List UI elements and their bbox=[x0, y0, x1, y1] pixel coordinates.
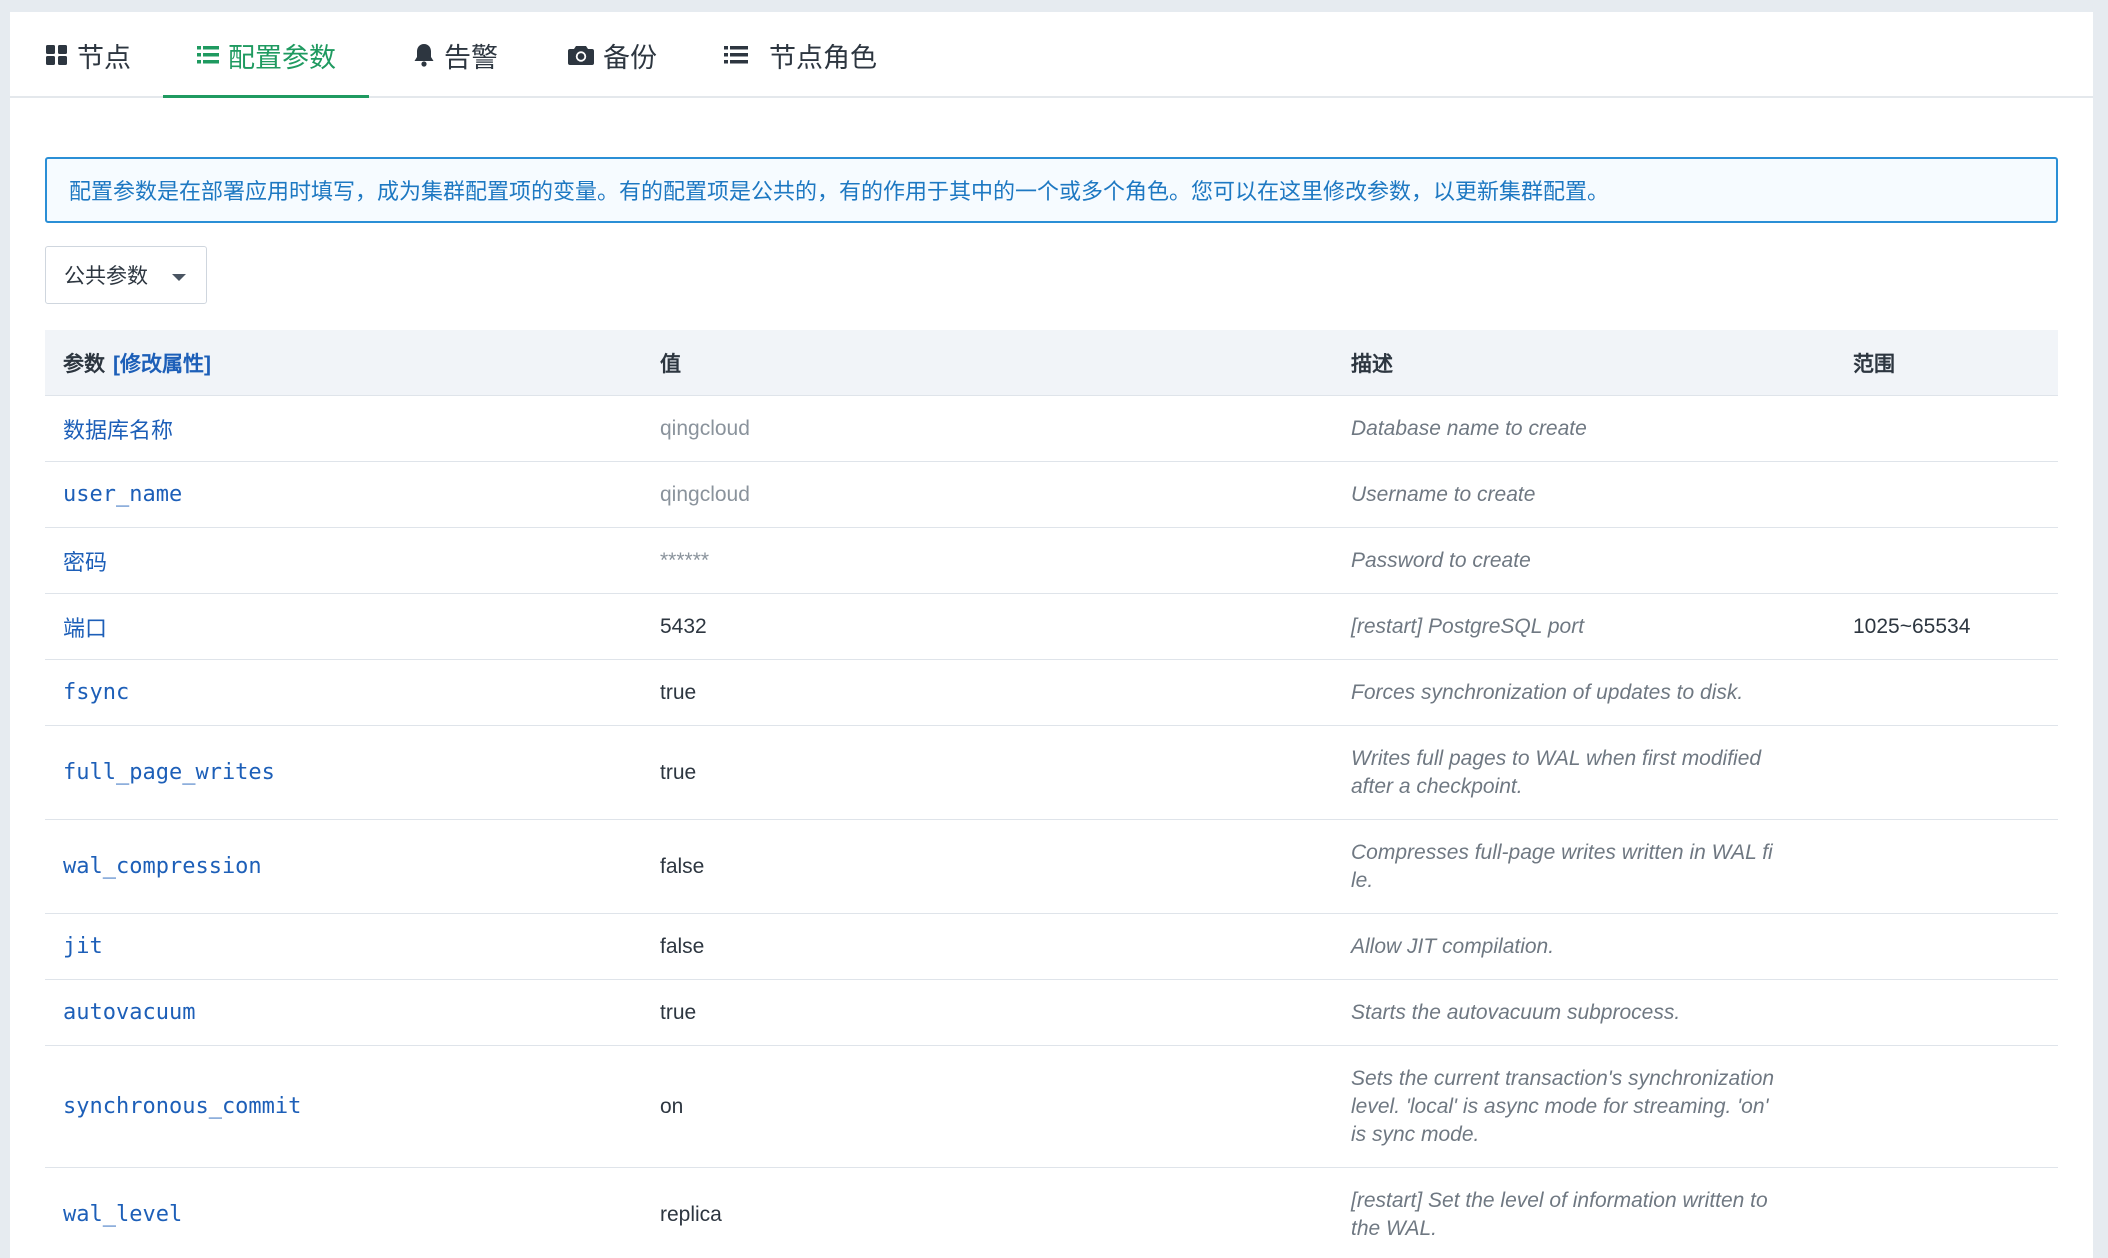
param-value: true bbox=[660, 680, 697, 704]
param-description: Allow JIT compilation. bbox=[1351, 934, 1555, 958]
param-name-link[interactable]: wal_compression bbox=[63, 820, 643, 913]
camera-icon bbox=[567, 43, 595, 67]
param-range bbox=[1853, 980, 2053, 1045]
param-name-link[interactable]: autovacuum bbox=[63, 980, 643, 1045]
table-row: 数据库名称 qingcloud Database name to create bbox=[45, 396, 2058, 462]
param-range bbox=[1853, 1168, 2053, 1258]
param-scope-selected: 公共参数 bbox=[64, 265, 148, 288]
table-row: 端口 5432 [restart] PostgreSQL port 1025~6553… bbox=[45, 594, 2058, 660]
tab-label: 备份 bbox=[603, 42, 657, 73]
param-range bbox=[1853, 396, 2053, 461]
param-value: true bbox=[660, 760, 697, 784]
param-value: qingcloud bbox=[660, 416, 750, 440]
param-description: Forces synchronization of updates to dis… bbox=[1351, 680, 1744, 704]
tab-backups[interactable]: 备份 bbox=[567, 12, 657, 98]
header-range: 范围 bbox=[1853, 352, 1895, 376]
param-value: true bbox=[660, 1000, 697, 1024]
param-description: Password to create bbox=[1351, 548, 1531, 572]
param-scope-select[interactable]: 公共参数 bbox=[45, 246, 207, 304]
config-table: 参数 [修改属性] 值 描述 范围 数据库名称 qingcloud Database… bbox=[45, 330, 2058, 1258]
list-icon bbox=[723, 43, 749, 67]
param-name-link[interactable]: fsync bbox=[63, 660, 643, 725]
tab-label: 配置参数 bbox=[228, 42, 336, 73]
param-range bbox=[1853, 726, 2053, 819]
table-row: wal_level replica [restart] Set the level … bbox=[45, 1168, 2058, 1258]
param-range bbox=[1853, 660, 2053, 725]
param-description: Username to create bbox=[1351, 482, 1536, 506]
list-icon bbox=[196, 43, 220, 67]
header-param: 参数 [修改属性] bbox=[63, 330, 643, 395]
param-description: Compresses full-page writes written in W… bbox=[1351, 840, 1773, 892]
header-desc: 描述 bbox=[1351, 352, 1393, 376]
notice-text: 配置参数是在部署应用时填写，成为集群配置项的变量。有的配置项是公共的，有的作用于… bbox=[69, 179, 1610, 204]
table-body: 数据库名称 qingcloud Database name to create use… bbox=[45, 396, 2058, 1258]
param-name-link[interactable]: 端口 bbox=[63, 594, 643, 659]
tab-bar: 节点 配置参数 告警 备份 节点角色 bbox=[10, 12, 2093, 98]
tab-nodes[interactable]: 节点 bbox=[45, 12, 131, 98]
param-value: replica bbox=[660, 1202, 722, 1226]
tab-label: 告警 bbox=[444, 42, 498, 73]
edit-attributes-link[interactable]: [修改属性] bbox=[113, 348, 211, 378]
param-value: false bbox=[660, 854, 705, 878]
chevron-down-icon bbox=[172, 274, 186, 281]
param-name-link[interactable]: 密码 bbox=[63, 528, 643, 593]
table-row: user_name qingcloud Username to create bbox=[45, 462, 2058, 528]
param-description: Sets the current transaction's synchroni… bbox=[1351, 1066, 1775, 1146]
table-row: fsync true Forces synchronization of updat… bbox=[45, 660, 2058, 726]
param-range bbox=[1853, 1046, 2053, 1167]
tab-alerts[interactable]: 告警 bbox=[412, 12, 498, 98]
param-range: 1025~65534 bbox=[1853, 614, 1971, 638]
param-description: [restart] PostgreSQL port bbox=[1351, 614, 1585, 638]
header-param-label: 参数 bbox=[63, 352, 105, 376]
tab-node-roles[interactable]: 节点角色 bbox=[723, 12, 877, 98]
active-tab-indicator bbox=[163, 95, 369, 98]
bell-icon bbox=[412, 42, 436, 68]
param-description: [restart] Set the level of information w… bbox=[1351, 1188, 1768, 1240]
param-name-link[interactable]: 数据库名称 bbox=[63, 396, 643, 461]
param-name-link[interactable]: full_page_writes bbox=[63, 726, 643, 819]
table-row: jit false Allow JIT compilation. bbox=[45, 914, 2058, 980]
table-row: synchronous_commit on Sets the current tra… bbox=[45, 1046, 2058, 1168]
param-name-link[interactable]: jit bbox=[63, 914, 643, 979]
header-value: 值 bbox=[660, 352, 681, 376]
param-name-link[interactable]: synchronous_commit bbox=[63, 1046, 643, 1167]
param-description: Writes full pages to WAL when first modi… bbox=[1351, 746, 1762, 798]
table-header: 参数 [修改属性] 值 描述 范围 bbox=[45, 330, 2058, 396]
main-panel: 节点 配置参数 告警 备份 节点角色 配置参数是在部署应用时填写，成为集群配置项… bbox=[10, 12, 2093, 1258]
param-value: on bbox=[660, 1094, 684, 1118]
info-notice: 配置参数是在部署应用时填写，成为集群配置项的变量。有的配置项是公共的，有的作用于… bbox=[45, 157, 2058, 223]
tab-config-params[interactable]: 配置参数 bbox=[196, 12, 336, 98]
table-row: autovacuum true Starts the autovacuum subp… bbox=[45, 980, 2058, 1046]
tab-label: 节点 bbox=[77, 42, 131, 73]
table-row: wal_compression false Compresses full-page… bbox=[45, 820, 2058, 914]
param-value: false bbox=[660, 934, 705, 958]
param-description: Starts the autovacuum subprocess. bbox=[1351, 1000, 1681, 1024]
param-name-link[interactable]: user_name bbox=[63, 462, 643, 527]
param-range bbox=[1853, 914, 2053, 979]
param-name-link[interactable]: wal_level bbox=[63, 1168, 643, 1258]
tab-label: 节点角色 bbox=[769, 42, 877, 73]
param-value: 5432 bbox=[660, 614, 707, 638]
param-range bbox=[1853, 820, 2053, 913]
param-range bbox=[1853, 462, 2053, 527]
grid-icon bbox=[45, 43, 69, 67]
param-description: Database name to create bbox=[1351, 416, 1587, 440]
param-value: qingcloud bbox=[660, 482, 750, 506]
table-row: full_page_writes true Writes full pages to… bbox=[45, 726, 2058, 820]
param-range bbox=[1853, 528, 2053, 593]
param-value: ****** bbox=[660, 548, 710, 572]
table-row: 密码 ****** Password to create bbox=[45, 528, 2058, 594]
